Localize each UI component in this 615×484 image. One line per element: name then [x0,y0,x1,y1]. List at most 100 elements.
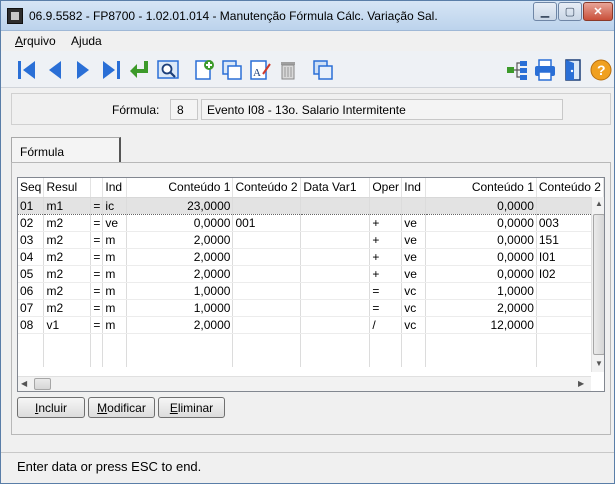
table-cell[interactable] [300,196,371,215]
table-row[interactable]: 08 v1 = m 2,0000 /vc 12,0000 [18,316,604,334]
incluir-button[interactable]: Incluir [17,397,85,418]
table-cell[interactable]: 12,0000 [425,316,537,334]
trash-icon[interactable] [275,57,301,83]
table-cell[interactable]: ve [401,265,427,283]
table-cell[interactable]: 01 [18,196,45,215]
exit-door-icon[interactable] [560,57,586,83]
help-icon[interactable]: ? [588,57,614,83]
table-cell[interactable]: vc [401,316,427,334]
edit-text-icon[interactable]: A [247,57,273,83]
formula-grid[interactable]: Seq Resul Ind Conteúdo 1 Conteúdo 2 Data Var1… [17,177,605,392]
table-cell[interactable] [369,196,403,215]
table-row[interactable]: 03 m2 = m 2,0000 + ve 0,0000 151 [18,231,604,249]
table-cell[interactable]: 1,0000 [425,282,537,300]
table-cell[interactable]: = [90,299,104,317]
table-cell[interactable]: = [90,196,104,215]
scroll-left-icon[interactable]: ◀ [21,379,27,388]
next-record-icon[interactable] [70,57,96,83]
new-document-icon[interactable] [191,57,217,83]
table-cell[interactable]: ve [401,214,427,232]
column-header[interactable]: Ind [102,178,128,198]
table-cell[interactable]: 04 [18,248,45,266]
table-cell[interactable]: 0,0000 [425,196,537,215]
table-cell[interactable]: m2 [43,214,92,232]
table-cell[interactable]: + [369,231,403,249]
table-cell[interactable]: 0,0000 [425,248,537,266]
column-header[interactable]: Seq [18,178,45,198]
table-cell[interactable]: + [369,265,403,283]
table-cell[interactable]: 001 [232,214,302,232]
table-cell[interactable] [300,299,371,317]
table-cell[interactable]: = [369,282,403,300]
copy-icon[interactable] [219,57,245,83]
horizontal-scrollbar[interactable]: ◀ ▶ [18,376,591,391]
first-record-icon[interactable] [14,57,40,83]
table-cell[interactable]: = [90,214,104,232]
column-header[interactable]: Conteúdo 2 [536,178,604,198]
table-cell[interactable] [232,316,302,334]
table-cell[interactable]: 2,0000 [126,248,234,266]
table-cell[interactable] [300,282,371,300]
column-header[interactable]: Conteúdo 1 [126,178,234,198]
table-cell[interactable]: m [102,231,128,249]
menu-arquivo[interactable]: Arquivo [15,34,56,48]
table-cell[interactable] [401,196,427,215]
maximize-button[interactable]: ▢ [558,2,582,21]
table-cell[interactable]: m1 [43,196,92,215]
table-cell[interactable]: m [102,282,128,300]
table-cell[interactable] [232,265,302,283]
search-icon[interactable] [155,57,181,83]
table-row[interactable]: 01 m1 = ic 23,0000 0,0000 [18,196,604,215]
table-cell[interactable]: 1,0000 [126,299,234,317]
table-cell[interactable]: m2 [43,299,92,317]
table-cell[interactable] [232,282,302,300]
column-header[interactable]: Conteúdo 2 [232,178,302,198]
table-cell[interactable]: 23,0000 [126,196,234,215]
tab-formula[interactable]: Fórmula [11,137,121,163]
table-cell[interactable]: 2,0000 [126,265,234,283]
table-cell[interactable]: m2 [43,265,92,283]
table-row[interactable]: 05 m2 = m 2,0000 + ve 0,0000 I02 [18,265,604,283]
column-header[interactable]: Conteúdo 1 [425,178,537,198]
table-cell[interactable]: 07 [18,299,45,317]
table-cell[interactable]: m [102,316,128,334]
table-cell[interactable]: ic [102,196,128,215]
column-header[interactable]: Oper [369,178,403,198]
vertical-scrollbar[interactable]: ▲ ▼ [591,197,604,372]
table-cell[interactable]: = [90,231,104,249]
minimize-button[interactable]: ▁ [533,2,557,21]
table-cell[interactable]: m2 [43,248,92,266]
table-cell[interactable]: 05 [18,265,45,283]
duplicate-icon[interactable] [310,57,336,83]
table-cell[interactable]: = [90,316,104,334]
table-cell[interactable] [232,248,302,266]
table-row[interactable]: 07 m2 = m 1,0000 = vc 2,0000 [18,299,604,317]
table-cell[interactable]: 02 [18,214,45,232]
scroll-up-icon[interactable]: ▲ [595,199,603,208]
table-cell[interactable]: = [90,265,104,283]
table-cell[interactable]: = [369,299,403,317]
column-header[interactable] [90,178,104,198]
table-cell[interactable]: 2,0000 [126,231,234,249]
table-cell[interactable]: 0,0000 [425,265,537,283]
column-header[interactable]: Ind [401,178,427,198]
table-row[interactable]: 04 m2 = m 2,0000 + ve 0,0000 I01 [18,248,604,266]
table-cell[interactable]: 0,0000 [126,214,234,232]
table-cell[interactable]: 06 [18,282,45,300]
table-cell[interactable]: 1,0000 [126,282,234,300]
table-cell[interactable]: m [102,299,128,317]
table-cell[interactable]: 2,0000 [425,299,537,317]
table-cell[interactable]: vc [401,299,427,317]
close-button[interactable]: ✕ [583,2,613,21]
table-row[interactable]: 02 m2 = ve 0,0000 001 + ve 0,0000 003 [18,214,604,232]
table-cell[interactable] [232,231,302,249]
eliminar-button[interactable]: Eliminar [158,397,225,418]
horizontal-scroll-thumb[interactable] [34,378,51,390]
vertical-scroll-thumb[interactable] [593,214,604,355]
table-cell[interactable]: 08 [18,316,45,334]
table-cell[interactable]: m2 [43,282,92,300]
return-icon[interactable] [126,57,152,83]
table-cell[interactable]: vc [401,282,427,300]
table-cell[interactable]: v1 [43,316,92,334]
scroll-down-icon[interactable]: ▼ [595,359,603,368]
